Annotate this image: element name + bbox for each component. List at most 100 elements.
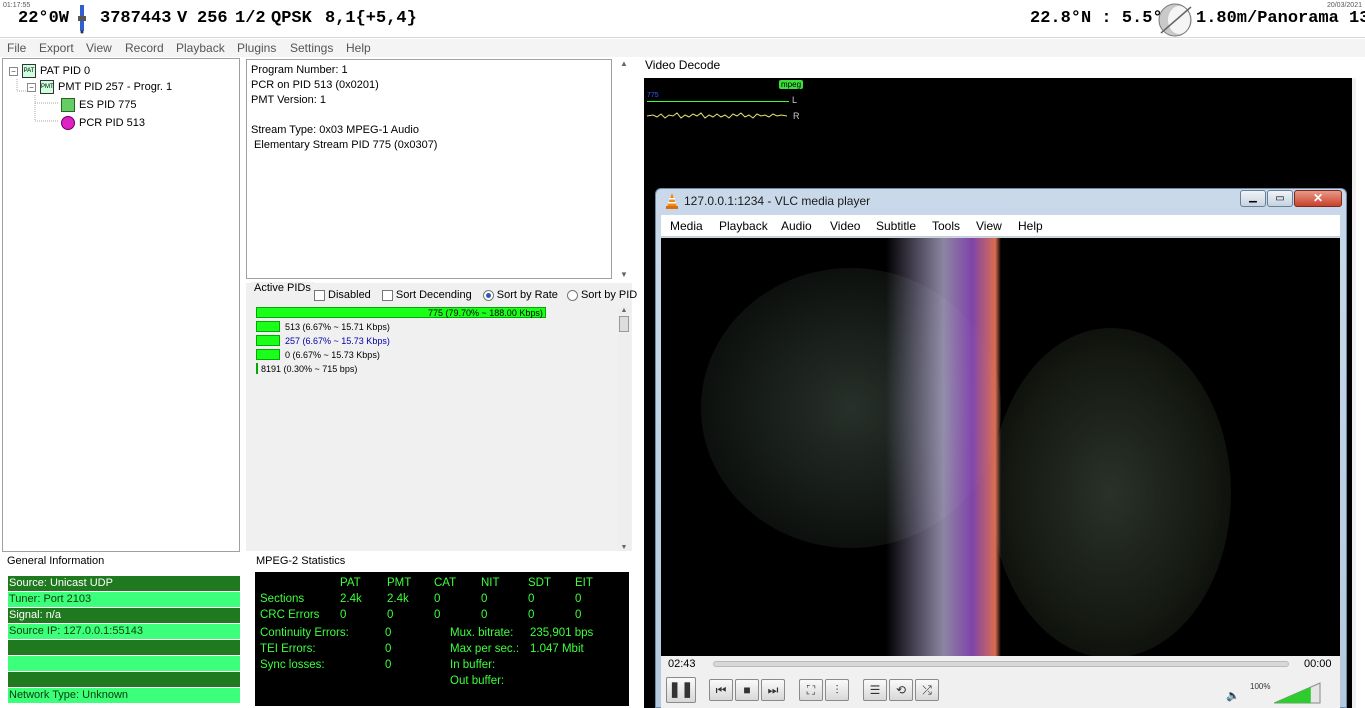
info-network-type: Network Type: Unknown (8, 688, 240, 703)
transponder-frequency: 3787443 (100, 9, 172, 28)
mpeg-stats-title: MPEG-2 Statistics (256, 555, 346, 567)
transponder-symbol-rate: 256 (197, 9, 228, 28)
disabled-checkbox[interactable]: Disabled (314, 289, 371, 301)
volume-slider[interactable] (1274, 682, 1322, 704)
vlc-window-title: 127.0.0.1:1234 - VLC media player (684, 194, 871, 208)
info-signal: Signal: n/a (8, 608, 240, 623)
vlc-menu-playback[interactable]: Playback (719, 219, 768, 233)
detail-program-number: Program Number: 1 (251, 64, 348, 76)
max-per-sec-value: 1.047 Mbit (530, 643, 584, 655)
minimize-button[interactable]: ▁ (1240, 190, 1266, 207)
pid-details-panel: Program Number: 1 PCR on PID 513 (0x0201… (246, 59, 612, 279)
tei-label: TEI Errors: (260, 643, 316, 655)
scroll-up-icon[interactable]: ▲ (618, 307, 630, 314)
menu-help[interactable]: Help (346, 41, 371, 55)
tree-label-pcr: PCR PID 513 (79, 117, 146, 129)
sections-label: Sections (260, 593, 305, 605)
fullscreen-button[interactable]: ⛶ (799, 679, 823, 701)
sections-nit: 0 (481, 593, 488, 605)
sections-sdt: 0 (528, 593, 535, 605)
general-info-title: General Information (7, 555, 105, 567)
detail-pcr-pid: PCR on PID 513 (0x0201) (251, 79, 379, 91)
pid-rate-label: 257 (6.67% ~ 15.73 Kbps) (285, 336, 390, 346)
vlc-menu-audio[interactable]: Audio (781, 219, 812, 233)
continuity-label: Continuity Errors: (260, 627, 349, 639)
scroll-down-icon[interactable]: ▼ (618, 544, 630, 551)
vlc-menu-help[interactable]: Help (1018, 219, 1043, 233)
sort-descending-checkbox[interactable]: Sort Decending (381, 289, 472, 301)
menu-plugins[interactable]: Plugins (237, 41, 276, 55)
info-empty-row (8, 656, 240, 671)
vlc-video-frame[interactable] (661, 238, 1340, 656)
scroll-thumb[interactable] (619, 316, 629, 332)
left-channel-label: L (792, 95, 798, 105)
clock-date: 20/03/2021 (1326, 2, 1362, 9)
details-scrollbar[interactable]: ▲ ▼ (616, 59, 632, 279)
pid-rate-label: 513 (6.67% ~ 15.71 Kbps) (285, 322, 390, 332)
out-buffer-label: Out buffer: (450, 675, 505, 687)
mux-bitrate-label: Mux. bitrate: (450, 627, 514, 639)
max-per-sec-label: Max per sec.: (450, 643, 520, 655)
sync-label: Sync losses: (260, 659, 325, 671)
menu-export[interactable]: Export (39, 41, 74, 55)
sections-pmt: 2.4k (387, 593, 409, 605)
video-light-beam (886, 238, 1001, 656)
audio-scale-label: 775 (647, 92, 659, 99)
close-button[interactable]: ✕ (1294, 190, 1342, 207)
seek-bar[interactable] (713, 661, 1289, 667)
extended-settings-button[interactable]: ⫶ (825, 679, 849, 701)
status-header: 01:17:55 20/03/2021 22°0W 3787443 V 256 … (0, 0, 1365, 38)
vlc-menu-subtitle[interactable]: Subtitle (876, 219, 916, 233)
pid-rate-label: 0 (6.67% ~ 15.73 Kbps) (285, 350, 380, 360)
header-pmt: PMT (387, 577, 412, 589)
vlc-menu-media[interactable]: Media (670, 219, 703, 233)
tree-lines (16, 79, 59, 122)
menu-record[interactable]: Record (125, 41, 164, 55)
volume-speaker-icon[interactable]: 🔈 (1226, 689, 1240, 702)
video-foliage-right (991, 328, 1231, 656)
pause-button[interactable]: ❚❚ (666, 677, 696, 703)
transponder-fec: 1/2 (235, 9, 266, 28)
location-coordinates: 22.8°N : 5.5°E (1030, 9, 1173, 28)
scroll-up-icon[interactable]: ▲ (616, 59, 632, 68)
previous-button[interactable]: ⏮ (709, 679, 733, 701)
pids-scrollbar[interactable]: ▲ ▼ (618, 307, 630, 551)
satellite-position: 22°0W (18, 9, 70, 28)
playlist-button[interactable]: ☰ (863, 679, 887, 701)
menu-playback[interactable]: Playback (176, 41, 225, 55)
vlc-menu-tools[interactable]: Tools (932, 219, 960, 233)
vlc-menu-view[interactable]: View (976, 219, 1002, 233)
header-eit: EIT (575, 577, 593, 589)
transponder-polarity: V (177, 9, 188, 28)
decode-scrollbar[interactable] (1352, 78, 1356, 708)
tree-node-pcr[interactable]: PCR PID 513 (61, 116, 145, 130)
sections-cat: 0 (434, 593, 441, 605)
next-button[interactable]: ⏭ (761, 679, 785, 701)
codec-badge: mpeg (779, 80, 804, 89)
sort-by-pid-radio[interactable]: Sort by PID (566, 289, 637, 301)
sort-by-rate-radio[interactable]: Sort by Rate (482, 289, 558, 301)
pid-rate-bar (256, 335, 280, 346)
right-channel-waveform (647, 112, 788, 119)
header-cat: CAT (434, 577, 457, 589)
shuffle-button[interactable]: ⤮ (915, 679, 939, 701)
scroll-down-icon[interactable]: ▼ (616, 270, 632, 279)
crc-cat: 0 (434, 609, 441, 621)
video-decode-title: Video Decode (645, 58, 721, 72)
active-pids-title: Active PIDs (251, 282, 314, 294)
menu-view[interactable]: View (86, 41, 112, 55)
left-channel-meter (647, 101, 789, 102)
maximize-button[interactable]: ▭ (1267, 190, 1293, 207)
crc-label: CRC Errors (260, 609, 320, 621)
satellite-icon (74, 4, 90, 34)
total-time: 00:00 (1304, 658, 1332, 670)
info-source: Source: Unicast UDP (8, 576, 240, 591)
vlc-menu-video[interactable]: Video (830, 219, 860, 233)
loop-button[interactable]: ⟲ (889, 679, 913, 701)
mpeg-stats-panel: PAT PMT CAT NIT SDT EIT Sections 2.4k 2.… (255, 572, 629, 706)
menu-file[interactable]: File (7, 41, 26, 55)
menu-settings[interactable]: Settings (290, 41, 333, 55)
stop-button[interactable]: ■ (735, 679, 759, 701)
tree-label-es: ES PID 775 (79, 99, 137, 111)
vlc-cone-icon (665, 193, 679, 209)
